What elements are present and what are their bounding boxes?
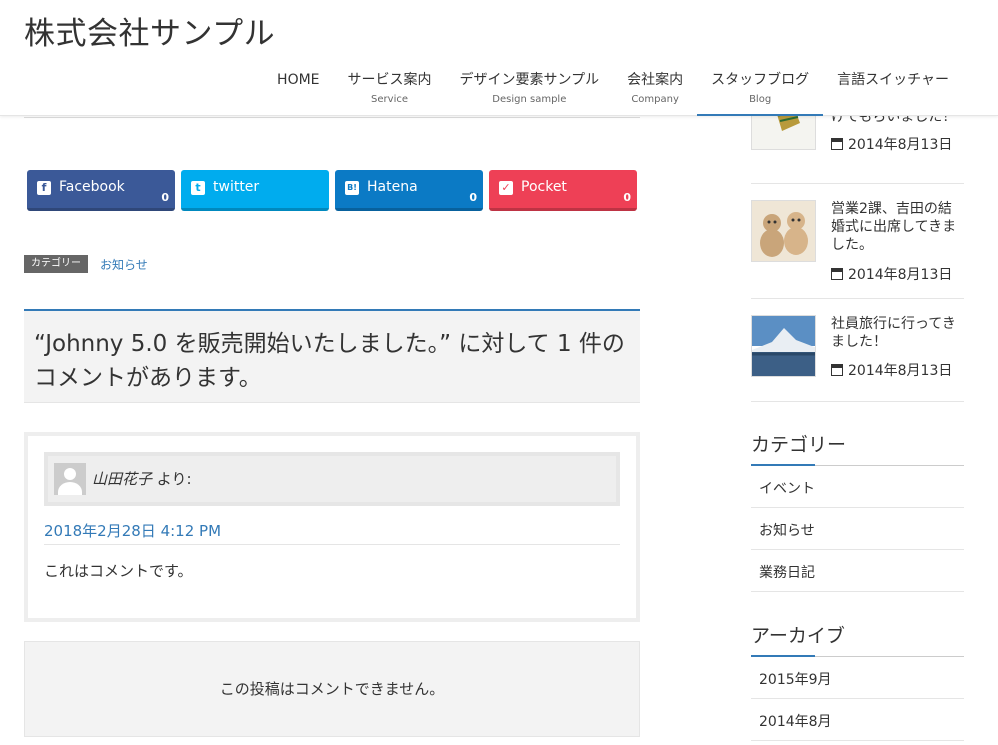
post-date: 2014年8月13日	[831, 134, 952, 154]
nav-item-design-sample[interactable]: デザイン要素サンプル Design sample	[446, 70, 614, 116]
divider	[24, 117, 640, 118]
nav-item-service[interactable]: サービス案内 Service	[334, 70, 446, 116]
nav-item-blog[interactable]: スタッフブログ Blog	[697, 70, 824, 116]
hatena-share-button[interactable]: B! Hatena 0	[335, 170, 483, 211]
share-label: Facebook	[59, 179, 125, 195]
comments-title: “Johnny 5.0 を販売開始いたしました。” に対して 1 件のコメントが…	[24, 309, 640, 403]
nav-label: 会社案内	[627, 72, 684, 88]
nav-item-company[interactable]: 会社案内 Company	[613, 70, 697, 116]
share-count: 0	[469, 191, 477, 204]
post-date-text: 2014年8月13日	[848, 137, 953, 153]
comment-author-box: 山田花子 より:	[44, 452, 620, 506]
divider	[44, 544, 620, 545]
comments-closed-notice: この投稿はコメントできません。	[24, 641, 640, 737]
comment-body: これはコメントです。	[44, 562, 193, 580]
pocket-icon: ✓	[499, 181, 513, 195]
share-buttons: f Facebook 0 t twitter B! Hatena 0 ✓ Poc…	[27, 170, 637, 211]
avatar	[54, 463, 86, 495]
category-link[interactable]: お知らせ	[100, 256, 148, 273]
author-says: より:	[156, 470, 192, 488]
share-label: Hatena	[367, 179, 418, 195]
twitter-share-button[interactable]: t twitter	[181, 170, 329, 211]
post-date-text: 2014年8月13日	[848, 267, 953, 283]
archive-item[interactable]: 2014年8月	[751, 699, 964, 741]
share-label: Pocket	[521, 179, 567, 195]
twitter-icon: t	[191, 181, 205, 195]
nav-label: スタッフブログ	[711, 72, 810, 88]
post-title[interactable]: 営業2課、吉田の結婚式に出席してきました。	[831, 200, 964, 254]
category-widget-title: カテゴリー	[751, 430, 964, 466]
share-count: 0	[623, 191, 631, 204]
site-header: 株式会社サンプル HOME サービス案内 Service デザイン要素サンプル …	[0, 0, 998, 116]
facebook-icon: f	[37, 181, 51, 195]
category-label: カテゴリー	[24, 255, 88, 273]
nav-item-home[interactable]: HOME	[263, 70, 333, 116]
nav-label: HOME	[277, 72, 320, 88]
facebook-share-button[interactable]: f Facebook 0	[27, 170, 175, 211]
nav-sublabel: Blog	[749, 94, 772, 105]
global-nav: HOME サービス案内 Service デザイン要素サンプル Design sa…	[263, 70, 963, 116]
archive-widget-title: アーカイブ	[751, 621, 964, 657]
comment-author: 山田花子 より:	[92, 468, 192, 489]
calendar-icon	[831, 268, 843, 280]
post-thumbnail[interactable]	[751, 200, 816, 262]
nav-sublabel: Company	[631, 94, 679, 105]
post-category: カテゴリー お知らせ	[24, 255, 148, 273]
nav-sublabel: Service	[371, 94, 409, 105]
sidebar-post[interactable]: 営業2課、吉田の結婚式に出席してきました。 2014年8月13日	[751, 200, 964, 299]
post-date: 2014年8月13日	[831, 360, 952, 380]
nav-item-language-switcher[interactable]: 言語スイッチャー	[823, 70, 963, 116]
nav-label: サービス案内	[347, 72, 432, 88]
calendar-icon	[831, 138, 843, 150]
share-label: twitter	[213, 179, 260, 195]
category-item[interactable]: 業務日記	[751, 550, 964, 592]
category-item[interactable]: イベント	[751, 466, 964, 508]
nav-sublabel: Design sample	[492, 94, 567, 105]
calendar-icon	[831, 364, 843, 376]
site-title[interactable]: 株式会社サンプル	[24, 8, 275, 53]
archive-item[interactable]: 2015年9月	[751, 657, 964, 699]
share-count: 0	[161, 191, 169, 204]
comment-date-link[interactable]: 2018年2月28日 4:12 PM	[44, 520, 221, 541]
post-thumbnail[interactable]	[751, 315, 816, 377]
post-date: 2014年8月13日	[831, 264, 952, 284]
nav-label: デザイン要素サンプル	[459, 72, 600, 88]
author-name: 山田花子	[92, 470, 153, 488]
post-date-text: 2014年8月13日	[848, 363, 953, 379]
pocket-share-button[interactable]: ✓ Pocket 0	[489, 170, 637, 211]
post-title[interactable]: 社員旅行に行ってきました！	[831, 315, 964, 351]
sidebar-post[interactable]: 社員旅行に行ってきました！ 2014年8月13日	[751, 315, 964, 402]
comment: 山田花子 より: 2018年2月28日 4:12 PM これはコメントです。	[24, 432, 640, 622]
hatena-icon: B!	[345, 181, 359, 195]
nav-label: 言語スイッチャー	[837, 72, 949, 88]
category-item[interactable]: お知らせ	[751, 508, 964, 550]
